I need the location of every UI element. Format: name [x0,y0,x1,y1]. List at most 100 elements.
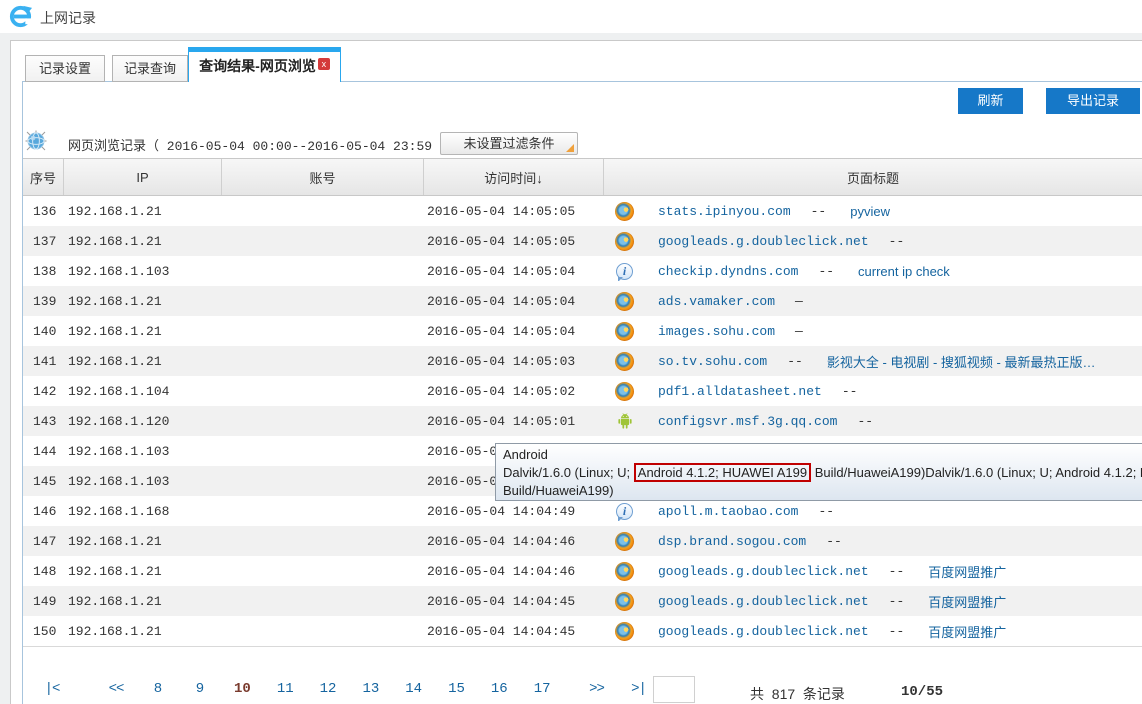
tooltip-line1: Android [503,446,1142,464]
table-row[interactable]: 148 192.168.1.21 2016-05-04 14:04:46 goo… [23,556,1142,586]
cell-page-title: i checkip.dyndns.com -- current ip check [604,262,1142,281]
domain-link[interactable]: googleads.g.doubleclick.net [658,594,869,609]
header-index: 序号 [23,159,64,195]
title-bar: 上网记录 [0,0,1142,33]
domain-link[interactable]: googleads.g.doubleclick.net [658,234,869,249]
cell-page-title: so.tv.sohu.com -- 影视大全 - 电视剧 - 搜狐视频 - 最新… [604,352,1142,371]
prev-page-button[interactable]: << [108,681,124,697]
header-time[interactable]: 访问时间↓ [424,159,604,195]
table-row[interactable]: 137 192.168.1.21 2016-05-04 14:05:05 goo… [23,226,1142,256]
cell-ip: 192.168.1.21 [64,204,222,219]
tab-query-results[interactable]: 查询结果-网页浏览x [188,47,341,82]
domain-link[interactable]: googleads.g.doubleclick.net [658,624,869,639]
cell-index: 150 [23,624,64,639]
page-title-link[interactable]: 影视大全 - 电视剧 - 搜狐视频 - 最新最热正版… [827,352,1096,371]
tooltip-line3: Build/HuaweiA199) [503,482,1142,500]
cell-ip: 192.168.1.21 [64,354,222,369]
domain-link[interactable]: ads.vamaker.com [658,294,775,309]
cell-page-title: configsvr.msf.3g.qq.com -- [604,412,1142,431]
firefox-icon [615,622,634,641]
table-row[interactable]: 139 192.168.1.21 2016-05-04 14:05:04 ads… [23,286,1142,316]
domain-link[interactable]: pdf1.alldatasheet.net [658,384,822,399]
cell-index: 138 [23,264,64,279]
firefox-icon [615,532,634,551]
page-link[interactable]: 9 [192,681,208,697]
domain-link[interactable]: configsvr.msf.3g.qq.com [658,414,837,429]
page-link[interactable]: 10 [234,681,251,697]
goto-page-input[interactable] [653,676,695,703]
page-title-link[interactable]: 百度网盟推广 [928,622,1006,641]
table-row[interactable]: 138 192.168.1.103 2016-05-04 14:05:04 i … [23,256,1142,286]
table-row[interactable]: 141 192.168.1.21 2016-05-04 14:05:03 so.… [23,346,1142,376]
tab-record-query[interactable]: 记录查询 [112,55,188,82]
cell-time: 2016-05-04 14:05:01 [424,414,604,429]
table-row[interactable]: 140 192.168.1.21 2016-05-04 14:05:04 ima… [23,316,1142,346]
cell-index: 140 [23,324,64,339]
table-row[interactable]: 149 192.168.1.21 2016-05-04 14:04:45 goo… [23,586,1142,616]
page-link[interactable]: 13 [362,681,379,697]
cell-index: 142 [23,384,64,399]
last-page-button[interactable]: >| [631,681,647,697]
table-row[interactable]: 143 192.168.1.120 2016-05-04 14:05:01 co… [23,406,1142,436]
page-link[interactable]: 12 [320,681,337,697]
firefox-icon [615,232,634,251]
domain-link[interactable]: stats.ipinyou.com [658,204,791,219]
firefox-icon [615,592,634,611]
page-link[interactable]: 14 [405,681,422,697]
cell-page-title: ads.vamaker.com — [604,292,1142,311]
page-title-link[interactable]: current ip check [858,264,950,279]
page-title-link[interactable]: 百度网盟推广 [928,562,1006,581]
page-link[interactable]: 17 [534,681,551,697]
close-icon[interactable]: x [318,58,330,70]
cell-page-title: googleads.g.doubleclick.net -- 百度网盟推广 [604,562,1142,581]
page-title-link[interactable]: 百度网盟推广 [928,592,1006,611]
cell-index: 139 [23,294,64,309]
page-link[interactable]: 11 [277,681,294,697]
tab-record-settings[interactable]: 记录设置 [25,55,105,82]
domain-link[interactable]: apoll.m.taobao.com [658,504,798,519]
first-page-button[interactable]: |< [44,681,60,697]
domain-link[interactable]: images.sohu.com [658,324,775,339]
cell-ip: 192.168.1.21 [64,534,222,549]
cell-time: 2016-05-04 14:04:46 [424,564,604,579]
cell-page-title: googleads.g.doubleclick.net -- 百度网盟推广 [604,592,1142,611]
cell-index: 136 [23,204,64,219]
table-body: 136 192.168.1.21 2016-05-04 14:05:05 sta… [23,196,1142,646]
cell-page-title: dsp.brand.sogou.com -- [604,532,1142,551]
separator-text: -- [818,504,834,519]
table-row[interactable]: 150 192.168.1.21 2016-05-04 14:04:45 goo… [23,616,1142,646]
cell-index: 143 [23,414,64,429]
firefox-icon [615,292,634,311]
cell-page-title: googleads.g.doubleclick.net -- [604,232,1142,251]
table-row[interactable]: 136 192.168.1.21 2016-05-04 14:05:05 sta… [23,196,1142,226]
highlight-box: Android 4.1.2; HUAWEI A199 [634,463,811,482]
cell-time: 2016-05-04 14:04:45 [424,624,604,639]
separator-text: -- [889,234,905,249]
domain-link[interactable]: so.tv.sohu.com [658,354,767,369]
table-row[interactable]: 142 192.168.1.104 2016-05-04 14:05:02 pd… [23,376,1142,406]
cell-time: 2016-05-04 14:05:03 [424,354,604,369]
separator-text: -- [889,624,905,639]
page-title-link[interactable]: pyview [850,204,890,219]
cell-page-title: images.sohu.com — [604,322,1142,341]
page-link[interactable]: 15 [448,681,465,697]
user-agent-tooltip: Android Dalvik/1.6.0 (Linux; U; Android … [495,443,1142,501]
cell-index: 144 [23,444,64,459]
next-page-button[interactable]: >> [589,681,605,697]
domain-link[interactable]: checkip.dyndns.com [658,264,798,279]
ie-logo-icon [8,4,33,29]
domain-link[interactable]: dsp.brand.sogou.com [658,534,806,549]
filter-condition-button[interactable]: 未设置过滤条件 [440,132,578,155]
table-row[interactable]: 147 192.168.1.21 2016-05-04 14:04:46 dsp… [23,526,1142,556]
separator-text: -- [787,354,803,369]
screen: 上网记录 记录设置 记录查询 查询结果-网页浏览x 刷新 导出记录 网页浏览记录… [0,0,1142,704]
refresh-button[interactable]: 刷新 [958,88,1023,114]
page-link[interactable]: 16 [491,681,508,697]
cell-time: 2016-05-04 14:04:49 [424,504,604,519]
cell-index: 147 [23,534,64,549]
cell-time: 2016-05-04 14:05:05 [424,234,604,249]
domain-link[interactable]: googleads.g.doubleclick.net [658,564,869,579]
export-records-button[interactable]: 导出记录 [1046,88,1140,114]
page-link[interactable]: 8 [150,681,166,697]
cell-ip: 192.168.1.103 [64,444,222,459]
